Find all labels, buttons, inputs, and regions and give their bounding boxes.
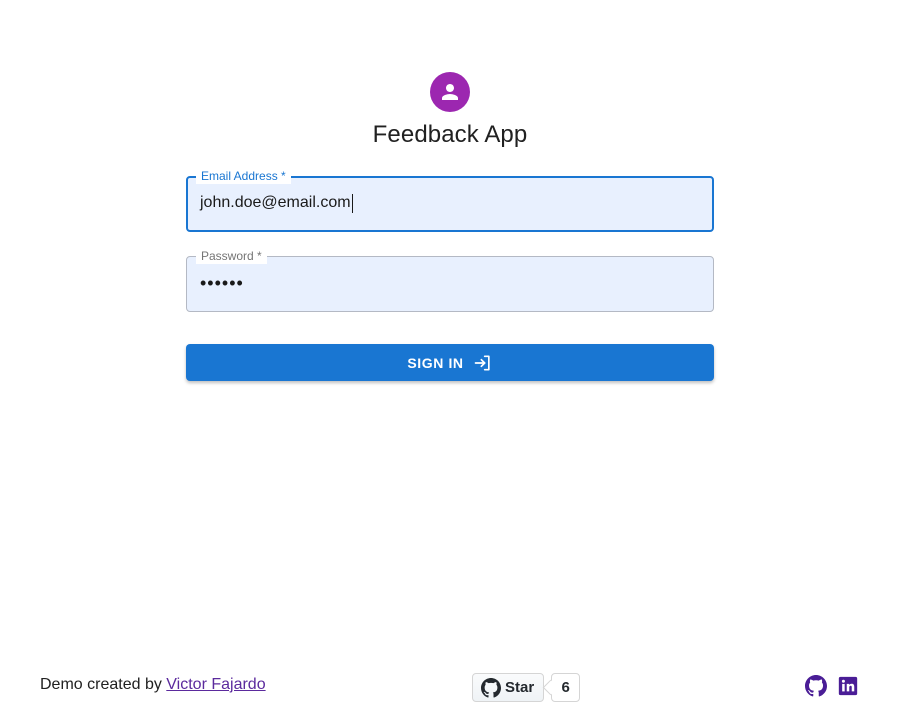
linkedin-icon — [838, 676, 858, 696]
person-icon — [442, 84, 458, 100]
text-caret — [351, 193, 353, 213]
login-page: Feedback App Email Address * john.doe@em… — [0, 0, 900, 720]
page-title: Feedback App — [372, 121, 528, 148]
linkedin-link[interactable] — [838, 676, 858, 696]
star-count: 6 — [551, 673, 581, 702]
email-value: john.doe@email.com — [200, 194, 351, 211]
password-value: •••••• — [200, 272, 244, 293]
github-star-button[interactable]: Star — [472, 673, 545, 702]
email-input[interactable]: john.doe@email.com — [200, 177, 353, 229]
author-link[interactable]: Victor Fajardo — [166, 676, 265, 693]
github-star-widget: Star 6 — [472, 673, 581, 702]
github-link[interactable] — [805, 675, 827, 697]
footer-credit: Demo created by Victor Fajardo — [40, 676, 266, 694]
login-icon — [473, 353, 493, 373]
password-input[interactable]: •••••• — [200, 256, 244, 310]
github-icon — [805, 675, 827, 697]
star-label: Star — [505, 679, 535, 696]
github-icon — [481, 677, 501, 698]
avatar — [430, 72, 470, 112]
credit-prefix: Demo created by — [40, 676, 162, 693]
password-field[interactable]: Password * •••••• — [186, 248, 714, 312]
sign-in-label: SIGN IN — [407, 354, 464, 371]
sign-in-button[interactable]: SIGN IN — [186, 344, 714, 381]
star-count-bubble[interactable]: 6 — [551, 673, 581, 702]
email-field[interactable]: Email Address * john.doe@email.com — [186, 168, 714, 232]
